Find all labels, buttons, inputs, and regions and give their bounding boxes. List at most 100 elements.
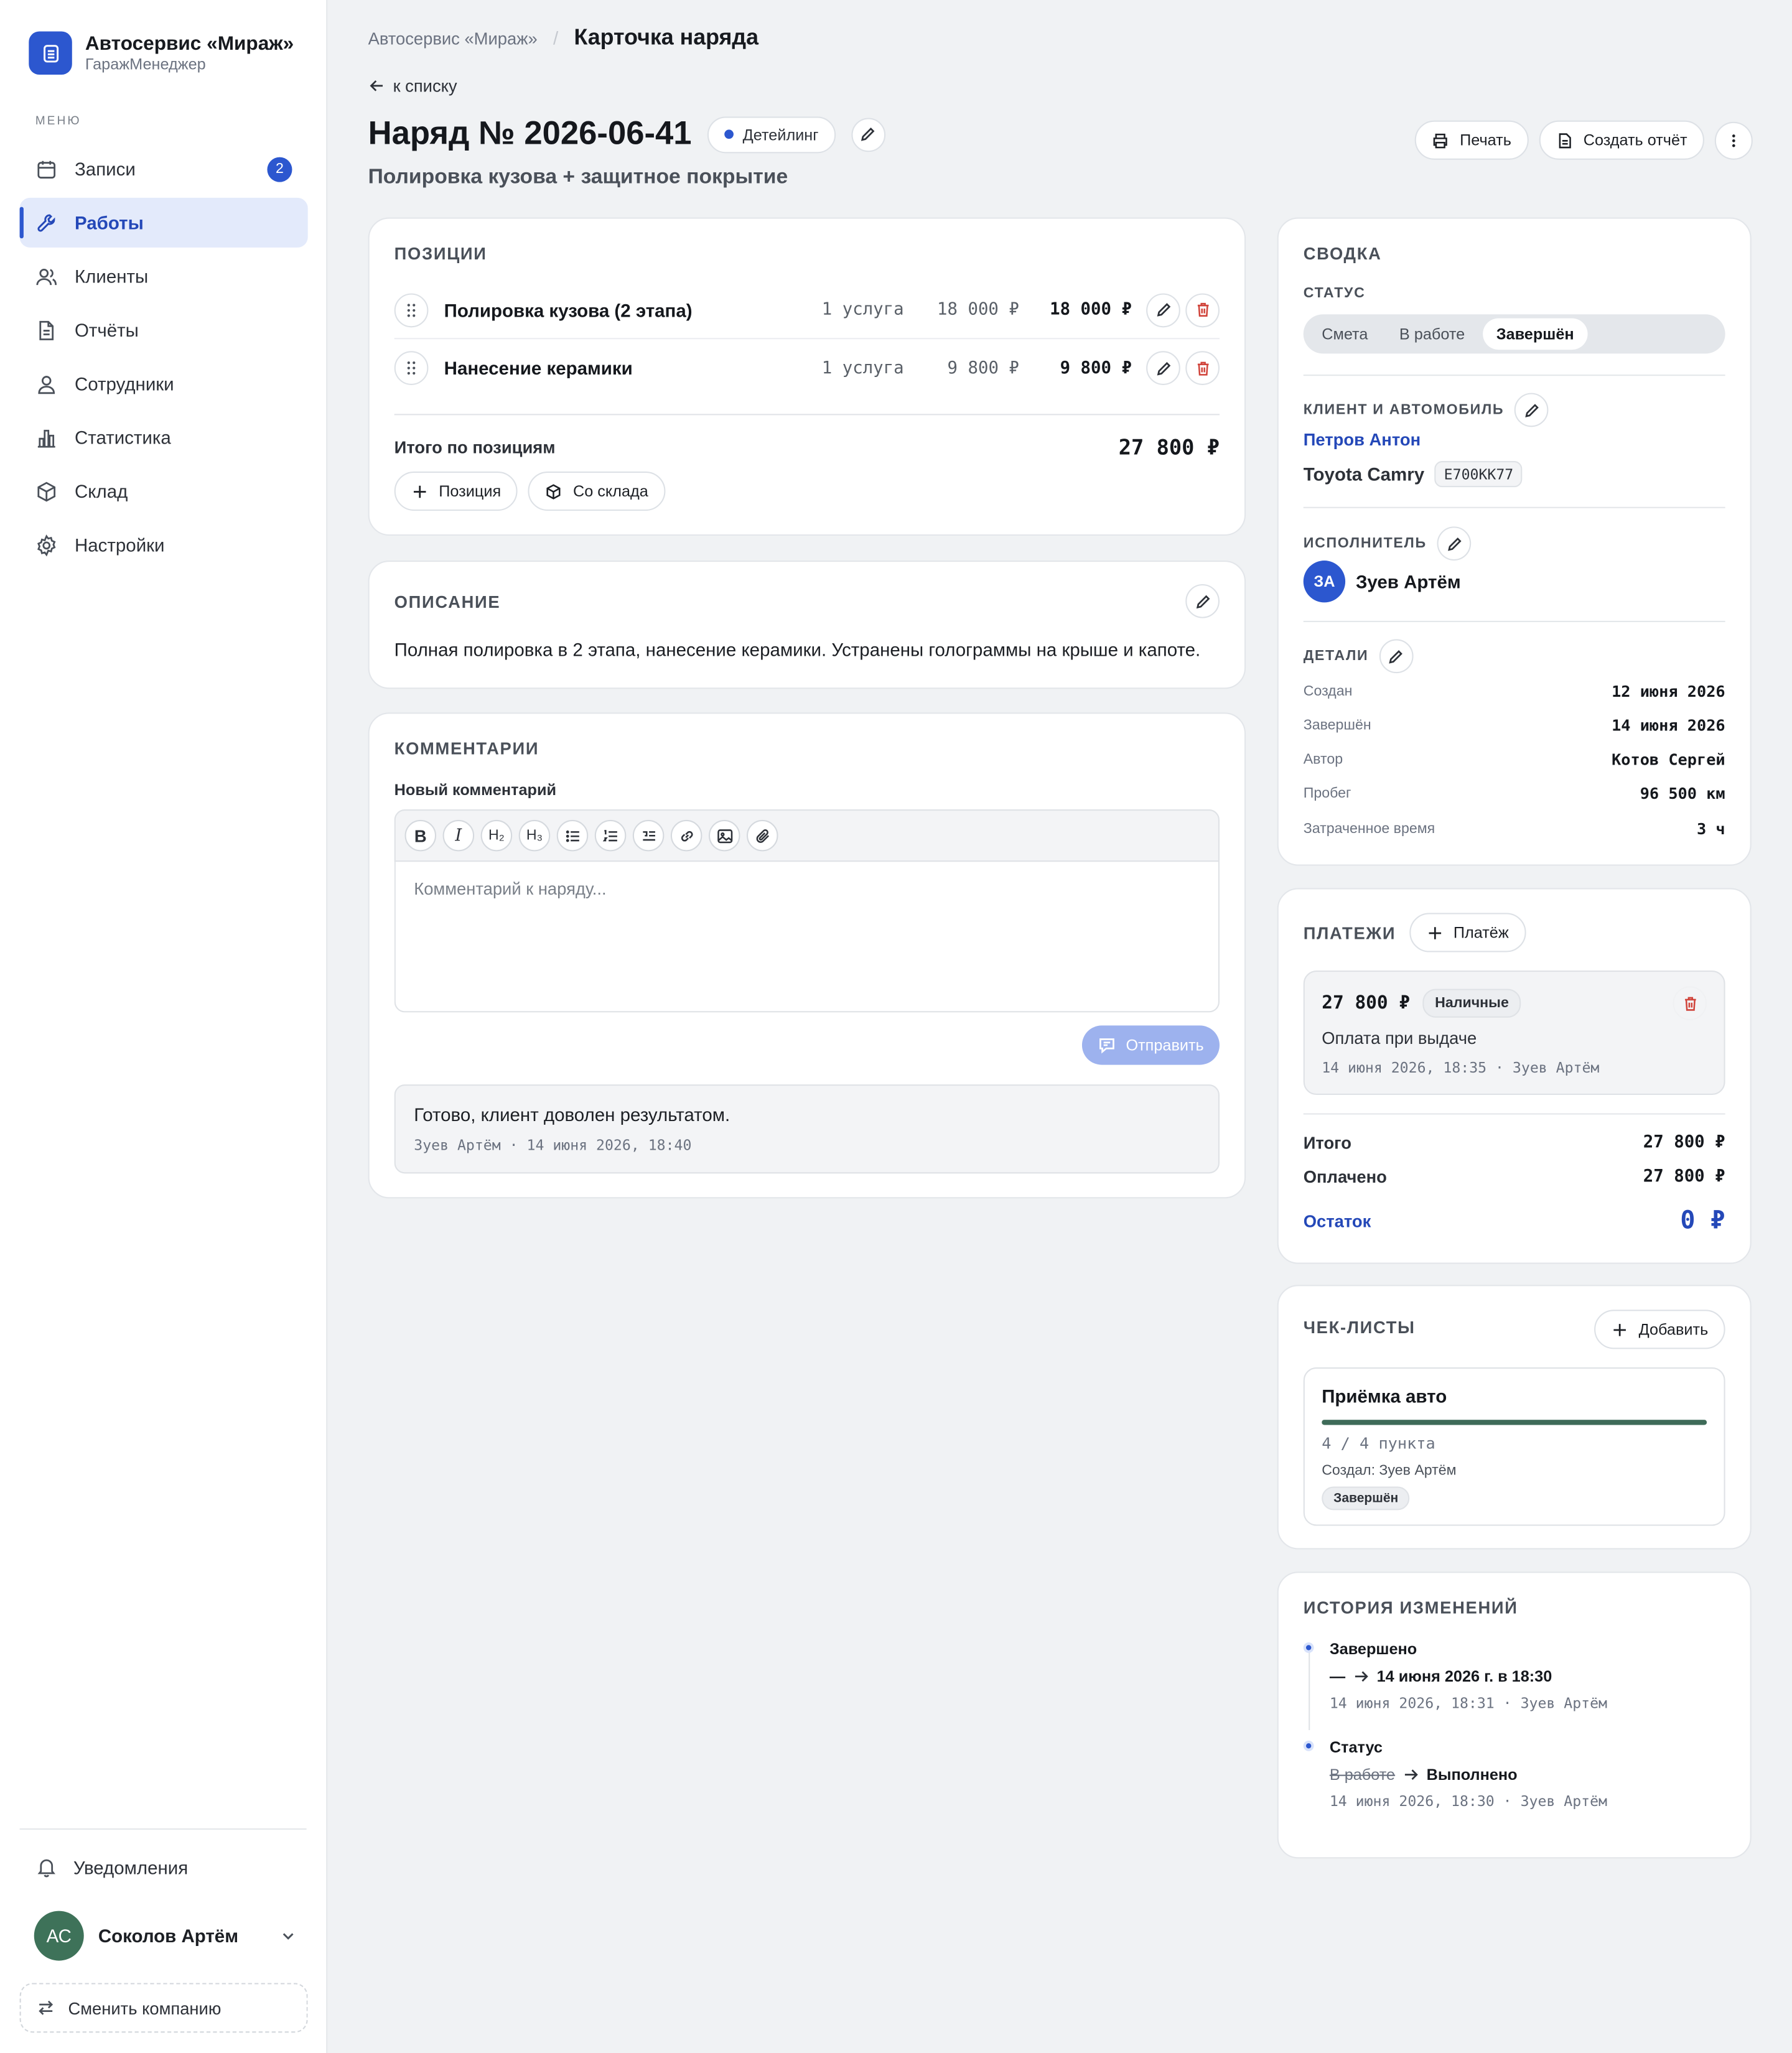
drag-handle-icon[interactable] — [394, 292, 429, 327]
document-icon — [39, 320, 54, 340]
status-option-in-progress[interactable]: В работе — [1386, 319, 1478, 350]
payment-item: 27 800 ₽ Наличные Оплата при выдаче 14 и… — [1303, 970, 1725, 1095]
sidebar-item-reports[interactable]: Отчёты — [20, 305, 308, 355]
breadcrumb-separator: / — [553, 27, 559, 49]
arrow-right-icon — [1355, 1671, 1368, 1682]
position-price: 9 800 ₽ — [947, 358, 1019, 378]
records-count-badge: 2 — [267, 156, 292, 182]
user-menu[interactable]: АС Соколов Артём — [34, 1911, 296, 1961]
brand-logo-icon — [29, 31, 72, 75]
position-name: Нанесение керамики — [444, 357, 633, 379]
from-stock-button[interactable]: Со склада — [528, 471, 666, 511]
sidebar-item-label: Склад — [74, 480, 128, 502]
users-icon — [36, 268, 57, 285]
positions-card: ПОЗИЦИИ Полировка кузова (2 этапа) 1 усл… — [368, 217, 1246, 536]
edit-description-button[interactable] — [1185, 584, 1220, 618]
sidebar-item-employees[interactable]: Сотрудники — [20, 359, 308, 409]
payment-amount: 27 800 ₽ — [1322, 992, 1411, 1014]
add-checklist-button[interactable]: Добавить — [1594, 1310, 1725, 1349]
payments-title: ПЛАТЕЖИ — [1303, 923, 1396, 943]
brand-subtitle: ГаражМенеджер — [85, 55, 206, 73]
add-position-button[interactable]: Позиция — [394, 471, 518, 511]
history-change: В работе Выполнено — [1330, 1766, 1723, 1784]
payment-meta: 14 июня 2026, 18:35 · Зуев Артём — [1322, 1059, 1600, 1077]
plus-icon — [1613, 1323, 1626, 1336]
new-comment-label: Новый комментарий — [394, 780, 557, 799]
arrow-left-icon — [370, 80, 383, 91]
link-icon[interactable] — [670, 819, 702, 852]
sidebar-item-settings[interactable]: Настройки — [20, 520, 308, 570]
back-link[interactable]: к списку — [368, 76, 457, 96]
status-option-done[interactable]: Завершён — [1483, 318, 1587, 350]
switch-company-button[interactable]: Сменить компанию — [19, 1983, 308, 2033]
sidebar-item-works[interactable]: Работы — [19, 197, 308, 248]
drag-handle-icon[interactable] — [394, 351, 429, 385]
print-button[interactable]: Печать — [1415, 120, 1529, 160]
delete-payment-button[interactable] — [1673, 986, 1707, 1020]
edit-title-button[interactable] — [851, 117, 885, 152]
edit-executor-button[interactable] — [1437, 526, 1472, 561]
edit-client-button[interactable] — [1514, 393, 1549, 427]
sidebar-item-clients[interactable]: Клиенты — [20, 251, 308, 301]
printer-icon — [1434, 133, 1448, 148]
heading3-button[interactable]: H₃ — [518, 819, 551, 852]
category-tag-label: Детейлинг — [742, 125, 819, 144]
more-actions-button[interactable] — [1714, 121, 1753, 159]
delete-position-button[interactable] — [1185, 351, 1220, 385]
detail-key: Затраченное время — [1303, 821, 1435, 837]
payment-method-badge: Наличные — [1423, 989, 1521, 1018]
edit-position-button[interactable] — [1146, 292, 1180, 327]
sidebar-item-records[interactable]: Записи 2 — [20, 144, 308, 194]
payments-paid-label: Оплачено — [1303, 1166, 1387, 1187]
image-icon[interactable] — [708, 819, 740, 852]
brand[interactable]: Автосервис «Мираж» ГаражМенеджер — [29, 31, 294, 75]
add-payment-button[interactable]: Платёж — [1409, 913, 1526, 952]
create-report-button[interactable]: Создать отчёт — [1539, 120, 1704, 160]
sidebar-item-statistics[interactable]: Статистика — [20, 412, 308, 462]
client-name-link[interactable]: Петров Антон — [1304, 430, 1421, 450]
document-icon — [1559, 133, 1571, 148]
avatar: АС — [34, 1911, 84, 1961]
quote-icon[interactable] — [632, 819, 665, 852]
pencil-icon — [1389, 649, 1403, 663]
client-section-header: КЛИЕНТ И АВТОМОБИЛЬ — [1304, 393, 1549, 427]
history-title: ИСТОРИЯ ИЗМЕНЕНИЙ — [1303, 1598, 1518, 1618]
divider — [1303, 506, 1725, 508]
numbered-list-icon[interactable] — [594, 819, 627, 852]
bullet-list-icon[interactable] — [556, 819, 589, 852]
chevron-down-icon — [282, 1933, 294, 1940]
checklist-item[interactable]: Приёмка авто 4 / 4 пункта Создал: Зуев А… — [1303, 1367, 1725, 1526]
payments-total-row: Итого 27 800 ₽ — [1304, 1133, 1725, 1153]
pencil-icon — [1156, 303, 1170, 317]
detail-key: Завершён — [1303, 717, 1371, 733]
italic-button[interactable]: I — [442, 819, 475, 852]
pencil-icon — [1195, 594, 1210, 608]
bold-button[interactable]: B — [404, 819, 437, 852]
notifications-label: Уведомления — [73, 1856, 189, 1878]
payments-card: ПЛАТЕЖИ Платёж 27 800 ₽ Наличные Оплата … — [1277, 888, 1752, 1264]
attachment-icon[interactable] — [746, 819, 778, 852]
page-subtitle: Полировка кузова + защитное покрытие — [368, 166, 788, 189]
edit-position-button[interactable] — [1146, 351, 1180, 385]
car-model: Toyota Camry — [1303, 463, 1425, 485]
breadcrumb-parent[interactable]: Автосервис «Мираж» — [368, 28, 538, 48]
add-checklist-label: Добавить — [1638, 1320, 1709, 1339]
detail-row: Завершён 14 июня 2026 — [1304, 717, 1725, 735]
comment-item: Готово, клиент доволен результатом. Зуев… — [394, 1084, 1220, 1174]
edit-details-button[interactable] — [1379, 639, 1413, 674]
checklists-title: ЧЕК-ЛИСТЫ — [1303, 1317, 1416, 1338]
heading2-button[interactable]: H₂ — [480, 819, 513, 852]
delete-position-button[interactable] — [1185, 292, 1220, 327]
history-meta: 14 июня 2026, 18:31 · Зуев Артём — [1329, 1695, 1607, 1712]
executor-label: ИСПОЛНИТЕЛЬ — [1303, 536, 1427, 552]
bar-chart-icon — [37, 429, 55, 447]
send-comment-button[interactable]: Отправить — [1082, 1025, 1220, 1065]
positions-actions: Позиция Со склада — [394, 471, 666, 511]
gear-icon — [37, 534, 56, 556]
notifications-link[interactable]: Уведомления — [35, 1856, 188, 1878]
status-option-estimate[interactable]: Смета — [1309, 319, 1381, 350]
comment-input[interactable]: Комментарий к наряду... — [394, 860, 1220, 1013]
sidebar-item-warehouse[interactable]: Склад — [20, 466, 308, 516]
box-icon — [547, 483, 561, 499]
swap-icon — [39, 2000, 54, 2015]
